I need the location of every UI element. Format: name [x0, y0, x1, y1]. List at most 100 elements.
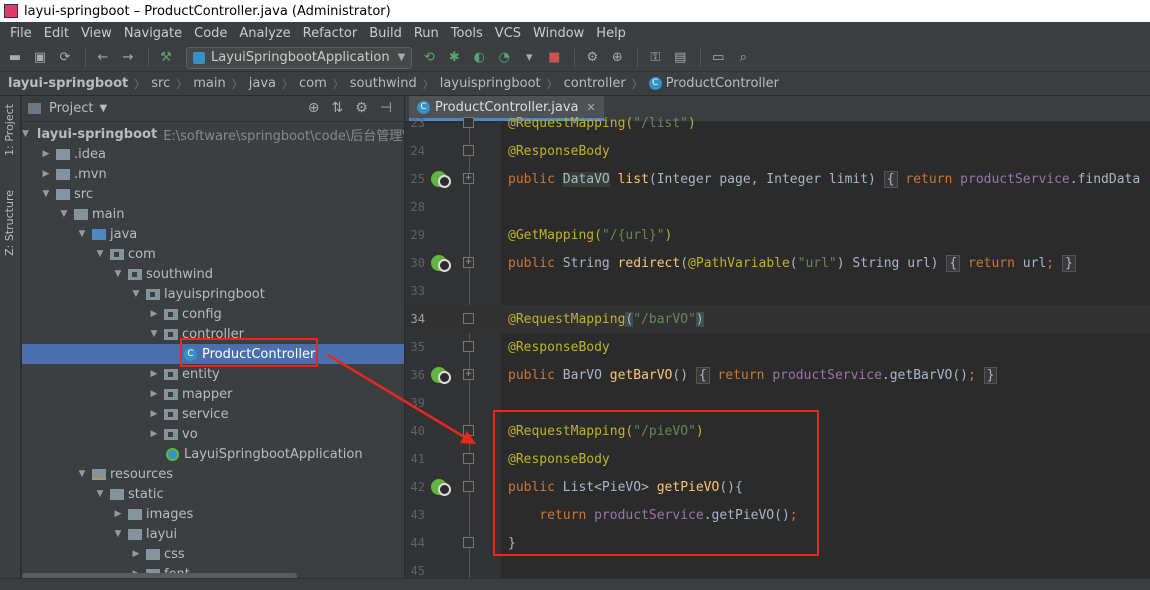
- menu-analyze[interactable]: Analyze: [233, 26, 296, 41]
- menu-code[interactable]: Code: [188, 26, 233, 41]
- menu-tools[interactable]: Tools: [445, 26, 489, 41]
- chevron-down-icon[interactable]: ▼: [99, 103, 107, 114]
- settings-wrench-icon[interactable]: ⚿: [644, 47, 666, 69]
- menu-view[interactable]: View: [75, 26, 118, 41]
- tool-tab-project[interactable]: 1: Project: [3, 104, 16, 156]
- back-arrow-icon[interactable]: ←: [92, 47, 114, 69]
- tool-tab-structure[interactable]: Z: Structure: [3, 190, 16, 256]
- menu-refactor[interactable]: Refactor: [297, 26, 364, 41]
- build-hammer-icon[interactable]: ⚒: [155, 47, 177, 69]
- tree-row-root[interactable]: ▼ layui-springboot E:\software\springboo…: [22, 124, 404, 144]
- expanded-arrow-icon[interactable]: ▼: [130, 289, 142, 299]
- breadcrumb-item[interactable]: layuispringboot: [440, 76, 541, 91]
- expanded-arrow-icon[interactable]: ▼: [22, 129, 29, 139]
- gear-icon[interactable]: ⚙: [355, 100, 368, 116]
- run-configuration-select[interactable]: LayuiSpringbootApplication ▼: [186, 46, 413, 69]
- tree-row[interactable]: ▼ layuispringboot: [22, 284, 404, 304]
- expand-fold-icon[interactable]: +: [463, 173, 474, 184]
- hide-panel-icon[interactable]: ⊣: [380, 100, 392, 116]
- menu-run[interactable]: Run: [408, 26, 445, 41]
- breadcrumb-item[interactable]: southwind: [350, 76, 417, 91]
- locate-target-icon[interactable]: ⊕: [308, 100, 320, 116]
- attach-debugger-icon[interactable]: ⚙: [581, 47, 603, 69]
- tree-row[interactable]: ▶ entity: [22, 364, 404, 384]
- tree-row[interactable]: ▶ .idea: [22, 144, 404, 164]
- breadcrumb-item[interactable]: controller: [564, 76, 626, 91]
- profile-icon[interactable]: ◔: [493, 47, 515, 69]
- breadcrumb-item[interactable]: src: [151, 76, 170, 91]
- fold-marker-icon[interactable]: [463, 481, 474, 492]
- tree-row[interactable]: ▶ images: [22, 504, 404, 524]
- menu-window[interactable]: Window: [527, 26, 590, 41]
- menu-navigate[interactable]: Navigate: [118, 26, 188, 41]
- tree-row[interactable]: ▼ com: [22, 244, 404, 264]
- open-folder-icon[interactable]: ▬: [4, 47, 26, 69]
- tree-row[interactable]: ▼ java: [22, 224, 404, 244]
- expanded-arrow-icon[interactable]: ▼: [112, 529, 124, 539]
- request-mapping-gutter-icon[interactable]: [431, 171, 451, 188]
- menu-edit[interactable]: Edit: [38, 26, 75, 41]
- debug-icon[interactable]: ✱: [443, 47, 465, 69]
- more-run-options-icon[interactable]: ▾: [518, 47, 540, 69]
- fold-marker-icon[interactable]: [463, 145, 474, 156]
- fold-marker-icon[interactable]: [463, 537, 474, 548]
- coverage-icon[interactable]: ◐: [468, 47, 490, 69]
- collapsed-arrow-icon[interactable]: ▶: [40, 149, 52, 159]
- tree-row[interactable]: ▼ src: [22, 184, 404, 204]
- collapsed-arrow-icon[interactable]: ▶: [148, 409, 160, 419]
- project-structure-icon[interactable]: ▤: [669, 47, 691, 69]
- expand-fold-icon[interactable]: +: [463, 257, 474, 268]
- menu-help[interactable]: Help: [590, 26, 632, 41]
- expanded-arrow-icon[interactable]: ▼: [76, 229, 88, 239]
- expanded-arrow-icon[interactable]: ▼: [76, 469, 88, 479]
- expanded-arrow-icon[interactable]: ▼: [112, 269, 124, 279]
- fold-marker-icon[interactable]: [463, 117, 474, 128]
- collapsed-arrow-icon[interactable]: ▶: [148, 389, 160, 399]
- menu-vcs[interactable]: VCS: [489, 26, 527, 41]
- fold-marker-icon[interactable]: [463, 313, 474, 324]
- fold-marker-icon[interactable]: [463, 453, 474, 464]
- tree-row[interactable]: ▶ vo: [22, 424, 404, 444]
- search-icon[interactable]: ⌕: [732, 47, 754, 69]
- tree-row[interactable]: ▶ config: [22, 304, 404, 324]
- tree-row[interactable]: LayuiSpringbootApplication: [22, 444, 404, 464]
- tree-row[interactable]: ▼ main: [22, 204, 404, 224]
- tree-row[interactable]: ▼ static: [22, 484, 404, 504]
- request-mapping-gutter-icon[interactable]: [431, 479, 451, 496]
- tree-row[interactable]: ▶ mapper: [22, 384, 404, 404]
- expanded-arrow-icon[interactable]: ▼: [94, 249, 106, 259]
- sync-icon[interactable]: ⟳: [54, 47, 76, 69]
- menu-build[interactable]: Build: [363, 26, 408, 41]
- collapse-all-icon[interactable]: ⇅: [332, 100, 344, 116]
- expanded-arrow-icon[interactable]: ▼: [58, 209, 70, 219]
- stop-icon[interactable]: ■: [543, 47, 565, 69]
- collapsed-arrow-icon[interactable]: ▶: [40, 169, 52, 179]
- collapsed-arrow-icon[interactable]: ▶: [148, 429, 160, 439]
- project-panel-title[interactable]: Project: [49, 101, 93, 116]
- expanded-arrow-icon[interactable]: ▼: [94, 489, 106, 499]
- tree-row[interactable]: ▶ css: [22, 544, 404, 564]
- collapsed-arrow-icon[interactable]: ▶: [148, 309, 160, 319]
- update-icon[interactable]: ⊕: [606, 47, 628, 69]
- fold-marker-icon[interactable]: [463, 425, 474, 436]
- breadcrumb-item[interactable]: layui-springboot: [8, 76, 128, 91]
- breadcrumb-item[interactable]: ProductController: [666, 76, 779, 91]
- expanded-arrow-icon[interactable]: ▼: [40, 189, 52, 199]
- tree-row[interactable]: ▶ .mvn: [22, 164, 404, 184]
- expand-fold-icon[interactable]: +: [463, 369, 474, 380]
- save-all-icon[interactable]: ▣: [29, 47, 51, 69]
- fold-marker-icon[interactable]: [463, 341, 474, 352]
- forward-arrow-icon[interactable]: →: [117, 47, 139, 69]
- expanded-arrow-icon[interactable]: ▼: [148, 329, 160, 339]
- tree-row[interactable]: ▼ southwind: [22, 264, 404, 284]
- breadcrumb-item[interactable]: java: [249, 76, 276, 91]
- breadcrumb-item[interactable]: main: [193, 76, 225, 91]
- breadcrumb-item[interactable]: com: [299, 76, 327, 91]
- tree-row[interactable]: ▼ layui: [22, 524, 404, 544]
- tree-row[interactable]: ▶ service: [22, 404, 404, 424]
- collapsed-arrow-icon[interactable]: ▶: [112, 509, 124, 519]
- collapsed-arrow-icon[interactable]: ▶: [130, 549, 142, 559]
- tree-row[interactable]: ▼ resources: [22, 464, 404, 484]
- request-mapping-gutter-icon[interactable]: [431, 367, 451, 384]
- request-mapping-gutter-icon[interactable]: [431, 255, 451, 272]
